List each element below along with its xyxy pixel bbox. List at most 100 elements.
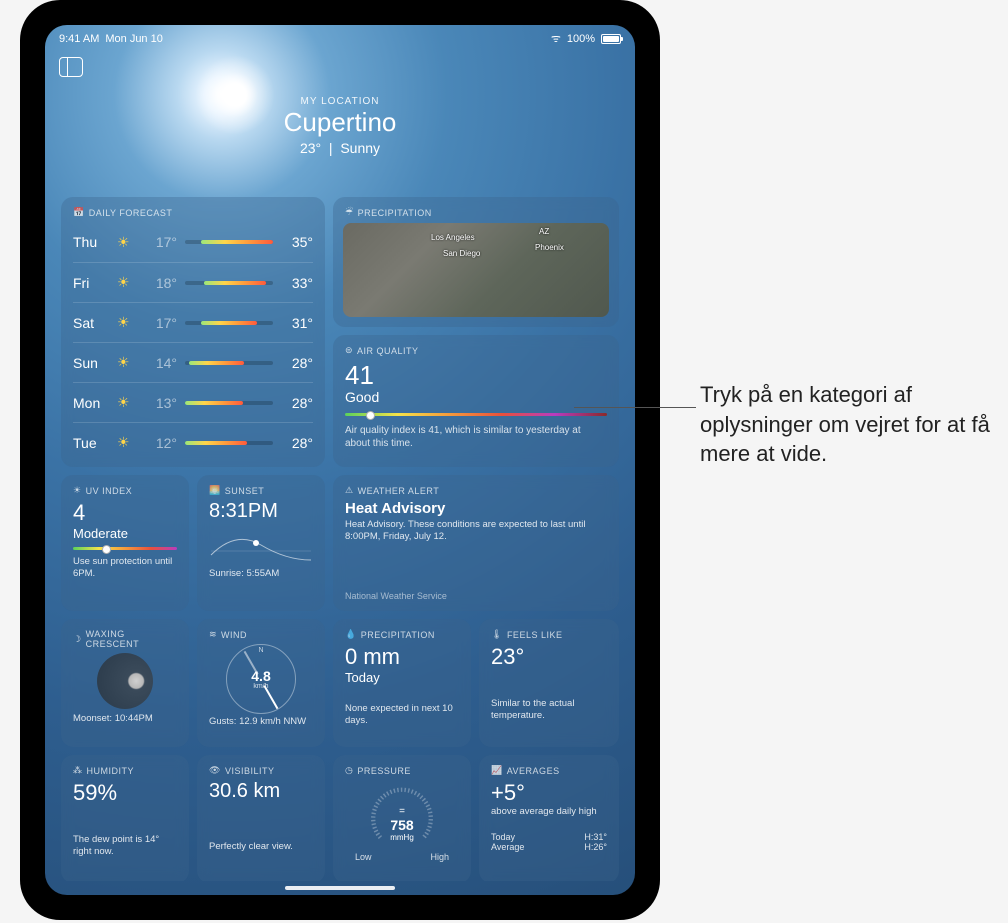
sun-icon: ☀︎ [73, 485, 82, 496]
alert-source: National Weather Service [345, 591, 447, 601]
weather-app-screen: 9:41 AM Mon Jun 10 ᯤ 100% MY LOCATION Cu… [45, 25, 635, 895]
wind-gusts: Gusts: 12.9 km/h NNW [209, 716, 313, 728]
precipitation-map-card[interactable]: ☔︎PRECIPITATION Los AngelesSan DiegoAZPh… [333, 197, 619, 327]
precip-note: None expected in next 10 days. [345, 703, 459, 728]
temp-range-bar [185, 441, 273, 445]
sunset-time: 8:31PM [209, 500, 313, 523]
visibility-note: Perfectly clear view. [209, 841, 313, 853]
sun-icon: ☀︎ [117, 354, 145, 371]
wifi-icon: ᯤ [551, 31, 561, 46]
temp-range-bar [185, 240, 273, 244]
uv-note: Use sun protection until 6PM. [73, 556, 177, 581]
sunset-icon: 🌅 [209, 485, 221, 496]
forecast-high: 28° [281, 435, 313, 451]
forecast-high: 28° [281, 355, 313, 371]
sunrise-time: Sunrise: 5:55AM [209, 568, 313, 580]
pressure-high: High [430, 852, 449, 862]
forecast-low: 12° [145, 435, 177, 451]
location-header[interactable]: MY LOCATION Cupertino 23° | Sunny [45, 46, 635, 172]
averages-sub: above average daily high [491, 806, 607, 818]
pressure-low: Low [355, 852, 372, 862]
callout-text: Tryk på en kategori af oplysninger om ve… [700, 380, 990, 469]
forecast-low: 14° [145, 355, 177, 371]
sidebar-button[interactable] [59, 57, 83, 77]
feels-value: 23° [491, 644, 607, 670]
umbrella-icon: ☔︎ [345, 207, 354, 218]
callout-line [574, 407, 696, 408]
temp-range-bar [185, 361, 273, 365]
alert-icon: ⚠︎ [345, 485, 354, 496]
forecast-day: Sat [73, 315, 117, 331]
pressure-card[interactable]: ◷PRESSURE = 758 mmHg Low High [333, 755, 471, 881]
home-indicator[interactable] [285, 886, 395, 890]
precip-value: 0 mm [345, 644, 459, 670]
status-time: 9:41 AM [59, 33, 99, 45]
forecast-low: 17° [145, 234, 177, 250]
forecast-high: 35° [281, 234, 313, 250]
forecast-high: 28° [281, 395, 313, 411]
feels-note: Similar to the actual temperature. [491, 698, 607, 723]
sun-curve [209, 525, 313, 565]
humidity-value: 59% [73, 780, 177, 806]
map-city-label: AZ [539, 227, 549, 236]
alert-heading: Heat Advisory [345, 500, 607, 517]
thermometer-icon: 🌡︎ [491, 629, 503, 640]
aq-description: Air quality index is 41, which is simila… [345, 424, 607, 450]
eye-icon: 👁︎ [209, 765, 221, 776]
forecast-day: Thu [73, 234, 117, 250]
map-city-label: San Diego [443, 249, 480, 258]
sun-icon: ☀︎ [117, 234, 145, 251]
forecast-row[interactable]: Sun☀︎14°28° [73, 342, 313, 382]
ipad-frame: 9:41 AM Mon Jun 10 ᯤ 100% MY LOCATION Cu… [20, 0, 660, 920]
precipitation-map[interactable]: Los AngelesSan DiegoAZPhoenix [343, 223, 609, 317]
forecast-high: 31° [281, 315, 313, 331]
uv-index-card[interactable]: ☀︎UV INDEX 4 Moderate Use sun protection… [61, 475, 189, 611]
calendar-icon: 📅 [73, 207, 85, 218]
moon-phase-card[interactable]: ☽WAXING CRESCENT Moonset: 10:44PM [61, 619, 189, 747]
wind-card[interactable]: ≋WIND N 4.8 km/h Gusts: 12.9 km/h NNW [197, 619, 325, 747]
moon-graphic [97, 653, 153, 709]
forecast-row[interactable]: Mon☀︎13°28° [73, 382, 313, 422]
air-quality-card[interactable]: ⊜AIR QUALITY 41 Good Air quality index i… [333, 335, 619, 467]
forecast-low: 17° [145, 315, 177, 331]
sun-icon: ☀︎ [117, 274, 145, 291]
forecast-day: Fri [73, 275, 117, 291]
forecast-day: Tue [73, 435, 117, 451]
forecast-row[interactable]: Thu☀︎17° 35° [73, 222, 313, 262]
aq-status: Good [345, 389, 607, 405]
my-location-label: MY LOCATION [45, 96, 635, 107]
current-conditions: 23° | Sunny [45, 140, 635, 156]
forecast-low: 18° [145, 275, 177, 291]
alert-body: Heat Advisory. These conditions are expe… [345, 519, 607, 544]
temp-range-bar [185, 281, 273, 285]
battery-icon [601, 34, 621, 44]
precipitation-amount-card[interactable]: 💧PRECIPITATION 0 mm Today None expected … [333, 619, 471, 747]
temp-range-bar [185, 321, 273, 325]
forecast-row[interactable]: Tue☀︎12° 28° [73, 422, 313, 462]
uv-value: 4 [73, 500, 177, 526]
weather-alert-card[interactable]: ⚠︎WEATHER ALERT Heat Advisory Heat Advis… [333, 475, 619, 611]
pressure-gauge: = 758 mmHg [366, 780, 438, 852]
forecast-high: 33° [281, 275, 313, 291]
visibility-card[interactable]: 👁︎VISIBILITY 30.6 km Perfectly clear vie… [197, 755, 325, 881]
status-date: Mon Jun 10 [105, 33, 162, 45]
humidity-note: The dew point is 14° right now. [73, 834, 177, 859]
forecast-row[interactable]: Fri☀︎18° 33° [73, 262, 313, 302]
feels-like-card[interactable]: 🌡︎FEELS LIKE 23° Similar to the actual t… [479, 619, 619, 747]
visibility-value: 30.6 km [209, 780, 313, 803]
daily-forecast-card[interactable]: 📅DAILY FORECAST Thu☀︎17°35°Fri☀︎18°33°Sa… [61, 197, 325, 467]
gauge-icon: ◷ [345, 765, 353, 776]
temp-range-bar [185, 401, 273, 405]
uv-status: Moderate [73, 526, 177, 541]
uv-scale [73, 547, 177, 550]
forecast-row[interactable]: Sat☀︎17°31° [73, 302, 313, 342]
humidity-card[interactable]: ⁂HUMIDITY 59% The dew point is 14° right… [61, 755, 189, 881]
map-city-label: Los Angeles [431, 233, 475, 242]
city-name: Cupertino [45, 107, 635, 138]
sunset-card[interactable]: 🌅SUNSET 8:31PM Sunrise: 5:55AM [197, 475, 325, 611]
averages-card[interactable]: 📈AVERAGES +5° above average daily high T… [479, 755, 619, 881]
sun-icon: ☀︎ [117, 434, 145, 451]
aq-icon: ⊜ [345, 345, 353, 356]
wind-icon: ≋ [209, 629, 217, 640]
chart-icon: 📈 [491, 765, 503, 776]
